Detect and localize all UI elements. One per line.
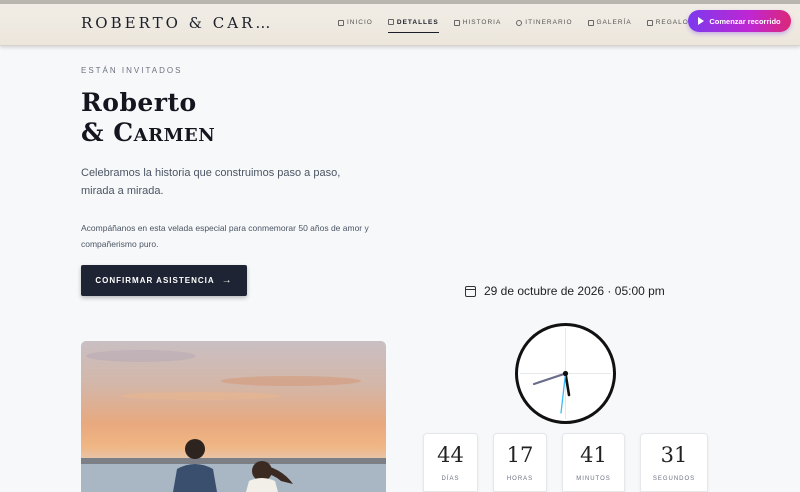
nav-item-regalos[interactable]: REGALOS <box>646 14 694 31</box>
countdown-label: SEGUNDOS <box>652 476 696 482</box>
start-tour-label: Comenzar recorrido <box>709 16 781 26</box>
arrow-right-icon: → <box>221 275 233 286</box>
countdown-label: DÍAS <box>441 476 460 482</box>
title-line-1: Roberto <box>81 88 197 117</box>
clock-icon <box>516 19 523 26</box>
analog-clock <box>514 322 617 425</box>
countdown-minutes: 41 MINUTOS <box>562 433 625 492</box>
nav-item-itinerario[interactable]: ITINERARIO <box>516 14 572 31</box>
nav-label: DETALLES <box>396 18 439 26</box>
site-header: ROBERTO & CAR… INICIO DETALLES HISTORIA … <box>0 4 800 46</box>
countdown-label: MINUTOS <box>576 476 611 482</box>
confirm-attendance-button[interactable]: CONFIRMAR ASISTENCIA → <box>81 265 247 296</box>
nav-label: GALERÍA <box>596 19 632 26</box>
nav-label: HISTORIA <box>462 19 502 26</box>
countdown-value: 17 <box>506 443 534 467</box>
play-icon <box>698 17 705 25</box>
gift-icon <box>646 19 653 26</box>
event-date-text: 29 de octubre de 2026 · 05:00 pm <box>484 284 665 298</box>
brand-logo[interactable]: ROBERTO & CAR… <box>81 14 273 32</box>
page-title: Roberto & Carmen <box>81 88 215 148</box>
start-tour-button[interactable]: Comenzar recorrido <box>688 10 791 32</box>
book-icon <box>453 19 460 26</box>
countdown-seconds: 31 SEGUNDOS <box>640 433 708 492</box>
event-date: 29 de octubre de 2026 · 05:00 pm <box>465 284 665 298</box>
nav-item-inicio[interactable]: INICIO <box>338 14 373 31</box>
eyebrow-text: ESTÁN INVITADOS <box>81 66 183 75</box>
nav-label: INICIO <box>347 19 373 26</box>
nav-item-detalles[interactable]: DETALLES <box>387 14 439 33</box>
title-line-2: & Carmen <box>81 118 216 147</box>
countdown-label: HORAS <box>506 476 534 482</box>
image-icon <box>587 19 594 26</box>
countdown-value: 41 <box>580 443 607 467</box>
countdown-hours: 17 HORAS <box>493 433 547 492</box>
couple-photo <box>81 341 386 492</box>
calendar-icon <box>465 285 476 297</box>
countdown-days: 44 DÍAS <box>423 433 478 492</box>
countdown-value: 31 <box>660 443 688 467</box>
hero-subtitle: Celebramos la historia que construimos p… <box>81 167 341 197</box>
countdown-value: 44 <box>437 443 464 467</box>
nav-item-galeria[interactable]: GALERÍA <box>587 14 632 31</box>
home-icon <box>338 19 344 26</box>
hero-description: Acompáñanos en esta velada especial para… <box>81 223 369 249</box>
main-nav: INICIO DETALLES HISTORIA ITINERARIO GALE… <box>338 14 709 33</box>
person-icon <box>387 19 394 25</box>
nav-item-historia[interactable]: HISTORIA <box>453 14 502 31</box>
nav-label: ITINERARIO <box>525 19 573 26</box>
confirm-label: CONFIRMAR ASISTENCIA <box>95 276 215 285</box>
